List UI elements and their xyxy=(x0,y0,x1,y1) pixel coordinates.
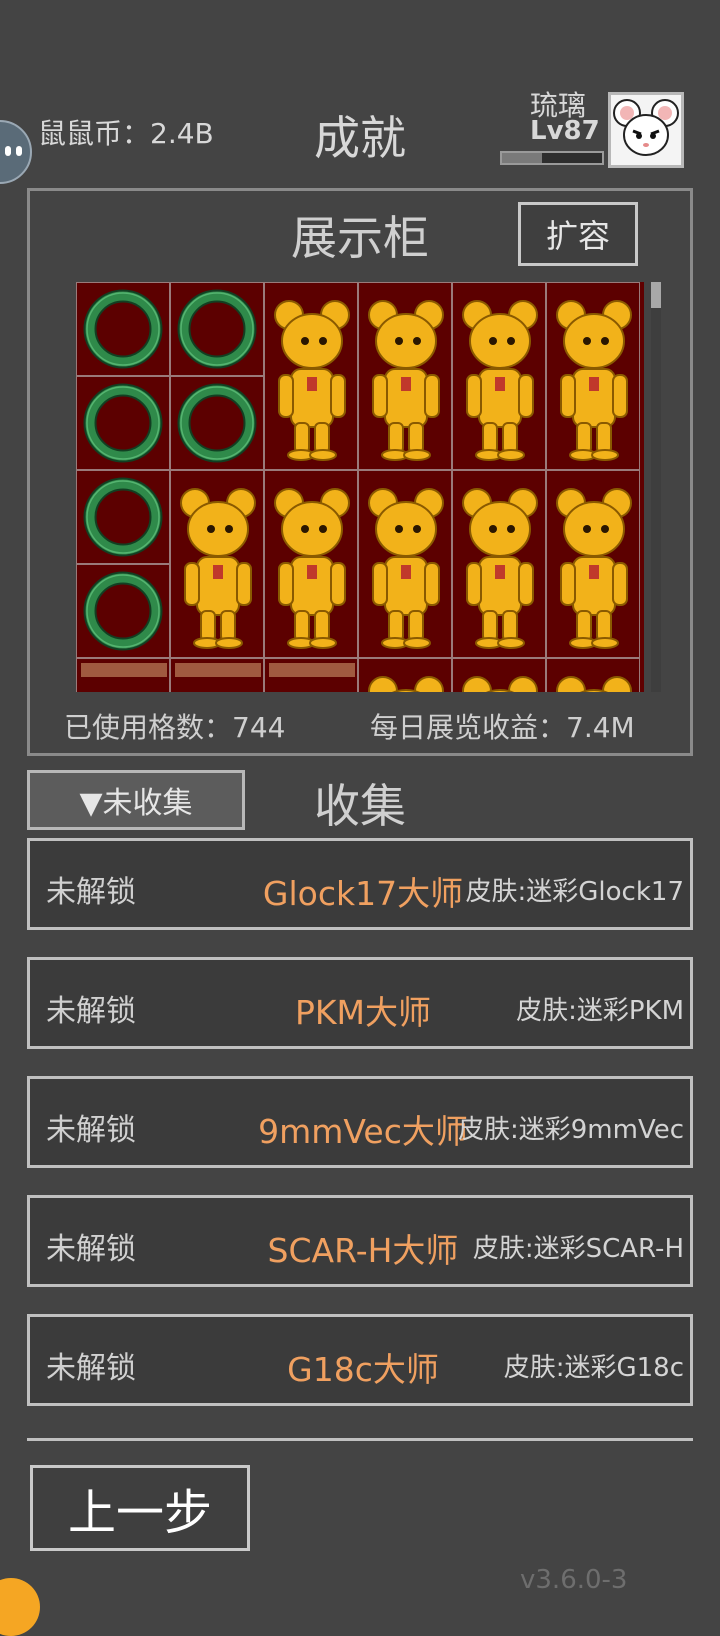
cabinet-slot-bear[interactable] xyxy=(546,470,640,658)
achievement-reward: 皮肤:迷彩Glock17 xyxy=(465,877,684,907)
achievement-reward: 皮肤:迷彩SCAR-H xyxy=(472,1234,684,1264)
cabinet-slot-bear[interactable] xyxy=(452,658,546,692)
achievement-row[interactable]: 未解锁 SCAR-H大师 皮肤:迷彩SCAR-H xyxy=(27,1195,693,1287)
collection-title: 收集 xyxy=(314,779,406,833)
gold-bear-icon xyxy=(462,488,538,649)
cabinet-slot-bear[interactable] xyxy=(358,282,452,470)
gold-bear-icon xyxy=(368,300,444,461)
achievement-name: 9mmVec大师 xyxy=(258,1112,468,1151)
achievement-name: SCAR-H大师 xyxy=(267,1231,459,1270)
jade-ring-icon xyxy=(177,289,257,369)
cabinet-slot-bear[interactable] xyxy=(264,470,358,658)
achievement-row-partial xyxy=(27,1438,693,1441)
gold-bear-icon xyxy=(556,676,632,692)
daily-exhibit-income: 每日展览收益：7.4M xyxy=(370,711,635,744)
gold-bear-icon xyxy=(368,676,444,692)
achievement-row[interactable]: 未解锁 9mmVec大师 皮肤:迷彩9mmVec xyxy=(27,1076,693,1168)
gold-bear-icon xyxy=(274,300,350,461)
back-button[interactable]: 上一步 xyxy=(30,1465,250,1551)
achievement-status: 未解锁 xyxy=(46,1113,136,1148)
cabinet-slot-bear[interactable] xyxy=(264,282,358,470)
gold-bear-icon xyxy=(556,300,632,461)
wooden-plank-icon xyxy=(175,663,261,677)
cabinet-slot-item[interactable] xyxy=(170,658,264,692)
cabinet-slot-ring[interactable] xyxy=(76,376,170,470)
achievement-reward: 皮肤:迷彩9mmVec xyxy=(457,1115,684,1145)
achievement-row[interactable]: 未解锁 G18c大师 皮肤:迷彩G18c xyxy=(27,1314,693,1406)
cabinet-scroll-thumb[interactable] xyxy=(651,282,661,308)
cabinet-slot-bear[interactable] xyxy=(546,658,640,692)
cabinet-slot-bear[interactable] xyxy=(358,470,452,658)
expand-button[interactable]: 扩容 xyxy=(518,202,638,266)
gold-bear-icon xyxy=(274,488,350,649)
jade-ring-icon xyxy=(177,383,257,463)
gold-bear-icon xyxy=(462,676,538,692)
xp-progress-fill xyxy=(502,153,542,163)
cabinet-grid[interactable] xyxy=(76,282,644,692)
achievement-status: 未解锁 xyxy=(46,1351,136,1386)
achievement-reward: 皮肤:迷彩PKM xyxy=(516,996,684,1026)
wooden-plank-icon xyxy=(269,663,355,677)
avatar[interactable] xyxy=(608,92,684,168)
cabinet-slot-bear[interactable] xyxy=(452,282,546,470)
corner-badge-icon xyxy=(0,1578,40,1636)
jade-ring-icon xyxy=(83,289,163,369)
achievement-name: PKM大师 xyxy=(294,993,431,1032)
cabinet-slot-bear[interactable] xyxy=(170,470,264,658)
achievement-name: G18c大师 xyxy=(287,1350,439,1389)
cabinet-slot-ring[interactable] xyxy=(76,470,170,564)
xp-progress-bar xyxy=(500,151,604,165)
used-cells-count: 已使用格数：744 xyxy=(64,711,286,744)
jade-ring-icon xyxy=(83,477,163,557)
jade-ring-icon xyxy=(83,571,163,651)
cabinet-slot-ring[interactable] xyxy=(170,376,264,470)
gold-bear-icon xyxy=(180,488,256,649)
cabinet-slot-ring[interactable] xyxy=(170,282,264,376)
achievement-reward: 皮肤:迷彩G18c xyxy=(503,1353,684,1383)
version-label: v3.6.0-3 xyxy=(520,1565,628,1595)
cabinet-slot-bear[interactable] xyxy=(546,282,640,470)
white-mouse-avatar-icon xyxy=(613,99,679,156)
wooden-plank-icon xyxy=(81,663,167,677)
cabinet-scrollbar[interactable] xyxy=(651,282,661,692)
user-level: Lv87 xyxy=(530,116,600,146)
cabinet-slot-ring[interactable] xyxy=(76,564,170,658)
cabinet-slot-bear[interactable] xyxy=(358,658,452,692)
cabinet-slot-bear[interactable] xyxy=(452,470,546,658)
achievement-status: 未解锁 xyxy=(46,994,136,1029)
cabinet-slot-item[interactable] xyxy=(264,658,358,692)
cabinet-slot-item[interactable] xyxy=(76,658,170,692)
achievement-row[interactable]: 未解锁 Glock17大师 皮肤:迷彩Glock17 xyxy=(27,838,693,930)
gold-bear-icon xyxy=(556,488,632,649)
achievement-status: 未解锁 xyxy=(46,1232,136,1267)
achievement-row[interactable]: 未解锁 PKM大师 皮肤:迷彩PKM xyxy=(27,957,693,1049)
jade-ring-icon xyxy=(83,383,163,463)
cabinet-slot-ring[interactable] xyxy=(76,282,170,376)
achievement-status: 未解锁 xyxy=(46,875,136,910)
achievement-name: Glock17大师 xyxy=(262,874,464,913)
gold-bear-icon xyxy=(462,300,538,461)
gold-bear-icon xyxy=(368,488,444,649)
